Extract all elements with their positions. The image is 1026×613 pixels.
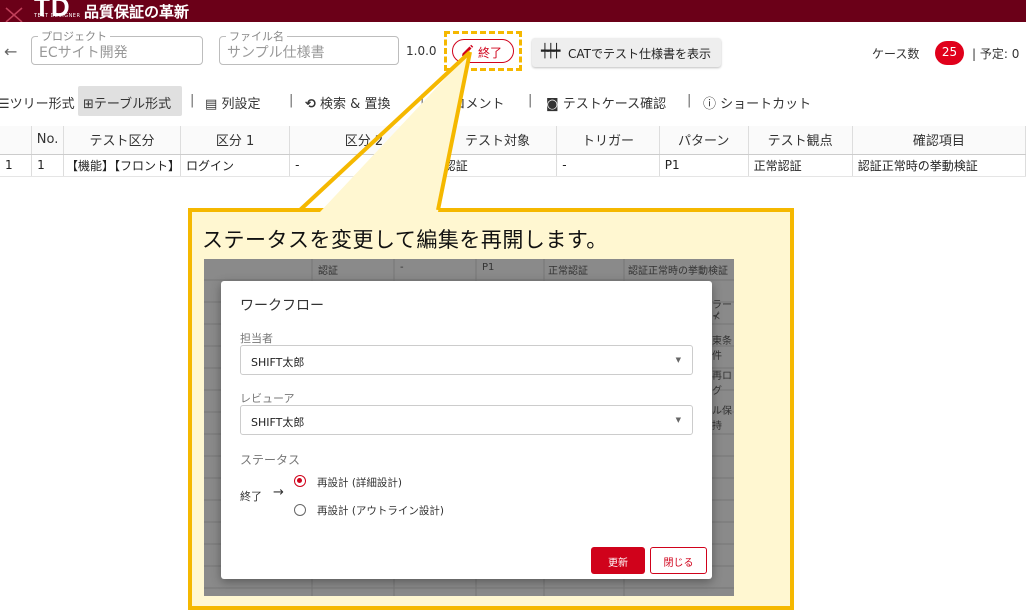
column-header[interactable]: テスト区分: [63, 126, 182, 155]
table-cell[interactable]: 1: [31, 154, 64, 177]
table-cell[interactable]: 【機能】【フロント】: [63, 154, 182, 177]
clipboard-icon: ▤: [205, 97, 218, 112]
comment-label: コメント: [452, 97, 505, 112]
file-field[interactable]: ファイル名 サンプル仕様書: [219, 28, 399, 65]
project-value: ECサイト開発: [39, 45, 128, 61]
radio-detailed-redesign[interactable]: [294, 475, 306, 487]
column-header[interactable]: テスト対象: [438, 126, 558, 155]
view-toolbar: ☰ツリー形式 ⊞テーブル形式 | ▤ 列設定 | ⟲ 検索 & 置換 | ▭ コ…: [0, 86, 1026, 116]
tree-view-label: ツリー形式: [9, 97, 75, 112]
version-label: 1.0.0: [406, 44, 437, 58]
bg-cell: 東条件: [712, 336, 732, 362]
divider: |: [528, 93, 533, 108]
search-replace-button[interactable]: ⟲ 検索 & 置換: [305, 93, 390, 112]
assignee-value: SHIFT太郎: [251, 356, 305, 369]
reviewer-select[interactable]: SHIFT太郎 ▼: [240, 405, 693, 435]
test-spec-table: No. テスト区分 区分 1 区分 2 テスト対象 トリガー パターン テスト観…: [0, 126, 1026, 177]
column-header[interactable]: トリガー: [556, 126, 660, 155]
table-cell[interactable]: -: [556, 154, 660, 177]
header-bar: ← プロジェクト ECサイト開発 ファイル名 サンプル仕様書 1.0.0 終了 …: [0, 22, 1026, 78]
cat-view-button[interactable]: ┿┿┿ CATでテスト仕様書を表示: [532, 38, 721, 67]
bg-cell: 再ログ: [712, 371, 732, 397]
radio-outline-redesign[interactable]: [294, 504, 306, 516]
testcase-check-label: テストケース確認: [562, 97, 667, 112]
dropdown-caret-icon: ▼: [675, 416, 681, 424]
radio-outline-redesign-label: 再設計 (アウトライン設計): [317, 505, 445, 517]
logo-subtitle: TEST DESIGNER: [34, 13, 81, 19]
table-view-label: テーブル形式: [93, 97, 172, 112]
back-arrow-icon[interactable]: ←: [4, 42, 17, 61]
reviewer-value: SHIFT太郎: [251, 416, 305, 429]
logo-icon: [5, 7, 23, 22]
search-replace-label: 検索 & 置換: [320, 97, 391, 112]
cat-view-label: CATでテスト仕様書を表示: [568, 47, 711, 61]
reviewer-label: レビューア: [240, 392, 295, 405]
comment-button[interactable]: ▭ コメント: [436, 93, 504, 112]
column-header[interactable]: No.: [31, 126, 64, 155]
divider: |: [289, 93, 294, 108]
file-value: サンプル仕様書: [227, 45, 325, 61]
highlight-box: [444, 31, 522, 71]
list-icon: ☰: [0, 97, 10, 112]
bg-cell: -: [400, 262, 404, 273]
column-header[interactable]: 区分 2: [289, 126, 439, 155]
column-header[interactable]: 確認項目: [852, 126, 1026, 155]
table-view-tab[interactable]: ⊞テーブル形式: [83, 93, 171, 112]
help-circle-icon: ⓘ: [703, 97, 717, 112]
bg-cell: ラー⊀: [712, 300, 732, 322]
bg-cell: ル保持: [712, 406, 732, 432]
bg-cell: 認証正常時の挙動検証: [628, 266, 728, 277]
status-label: ステータス: [240, 453, 301, 467]
equalizer-icon: ┿┿┿: [541, 44, 561, 59]
column-header[interactable]: テスト観点: [748, 126, 853, 155]
shortcut-button[interactable]: ⓘ ショートカット: [703, 93, 811, 112]
table-cell[interactable]: -: [289, 154, 439, 177]
dialog-title: ワークフロー: [240, 298, 324, 314]
divider: |: [687, 93, 692, 108]
update-button[interactable]: 更新: [591, 547, 645, 574]
row-index-header: [0, 126, 33, 155]
arrow-right-icon: →: [273, 485, 284, 500]
grid-icon: ⊞: [83, 97, 94, 112]
preview-icon: ◙: [546, 97, 559, 112]
bg-cell: P1: [482, 262, 495, 273]
callout-text: ステータスを変更して編集を再開します。: [202, 228, 608, 252]
workflow-dialog: ワークフロー 担当者 SHIFT太郎 ▼ レビューア SHIFT太郎 ▼ ステー…: [221, 281, 712, 579]
table-cell[interactable]: 認証正常時の挙動検証: [852, 154, 1026, 177]
table-row[interactable]: 1 1 【機能】【フロント】 ログイン - 認証 - P1 正常認証 認証正常時…: [0, 154, 1026, 177]
project-field[interactable]: プロジェクト ECサイト開発: [31, 28, 203, 65]
shortcut-label: ショートカット: [720, 97, 812, 112]
current-status: 終了: [240, 490, 262, 503]
divider: |: [190, 93, 195, 108]
case-count-label: ケース数: [872, 47, 920, 61]
column-header[interactable]: 区分 1: [180, 126, 291, 155]
assignee-select[interactable]: SHIFT太郎 ▼: [240, 345, 693, 375]
table-cell[interactable]: 正常認証: [748, 154, 853, 177]
comment-icon: ▭: [436, 97, 449, 112]
testcase-check-button[interactable]: ◙ テストケース確認: [546, 93, 666, 112]
search-replace-icon: ⟲: [305, 97, 316, 112]
column-header[interactable]: パターン: [659, 126, 749, 155]
app-title: 品質保証の革新: [84, 3, 190, 21]
app-topbar: TD TEST DESIGNER 品質保証の革新: [0, 0, 1026, 22]
table-cell[interactable]: P1: [659, 154, 749, 177]
assignee-label: 担当者: [240, 332, 273, 345]
case-count-badge: 25: [935, 41, 964, 65]
bg-cell: 正常認証: [548, 266, 588, 277]
column-settings-button[interactable]: ▤ 列設定: [205, 93, 260, 112]
table-cell[interactable]: ログイン: [180, 154, 291, 177]
logo-text: TD: [34, 0, 71, 22]
tree-view-tab[interactable]: ☰ツリー形式: [0, 93, 75, 112]
table-header-row: No. テスト区分 区分 1 区分 2 テスト対象 トリガー パターン テスト観…: [0, 126, 1026, 155]
divider: |: [420, 93, 425, 108]
row-index: 1: [0, 154, 33, 177]
planned-count: | 予定: 0: [972, 47, 1020, 61]
table-cell[interactable]: 認証: [438, 154, 558, 177]
column-settings-label: 列設定: [221, 97, 261, 112]
dropdown-caret-icon: ▼: [675, 356, 681, 364]
close-button[interactable]: 閉じる: [650, 547, 707, 574]
bg-cell: 認証: [318, 266, 338, 277]
radio-detailed-redesign-label: 再設計 (詳細設計): [317, 477, 403, 489]
